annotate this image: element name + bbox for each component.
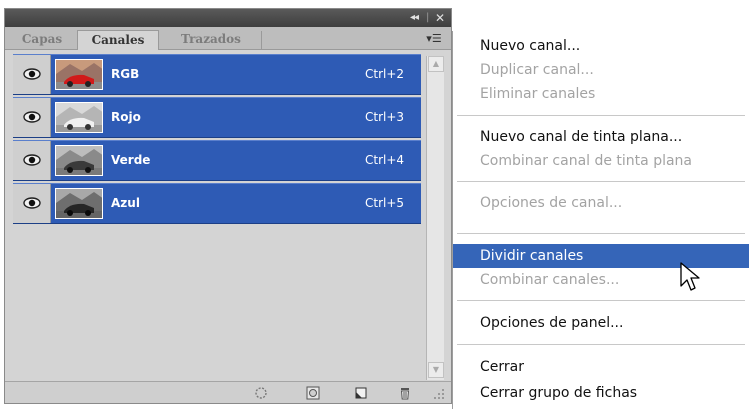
- visibility-toggle[interactable]: [13, 141, 51, 180]
- titlebar-divider: |: [426, 12, 430, 23]
- channel-shortcut: Ctrl+2: [365, 67, 405, 81]
- scroll-up-arrow-icon[interactable]: ▲: [428, 56, 444, 72]
- menu-item-eliminar-canales[interactable]: Eliminar canales: [453, 82, 749, 106]
- tab-divider: [261, 31, 262, 49]
- trash-icon[interactable]: [397, 385, 413, 401]
- visibility-toggle[interactable]: [13, 184, 51, 223]
- channels-panel: ◂◂ | ✕ Capas Canales Trazados ▾☰ RGB Ctr…: [4, 8, 452, 404]
- menu-item-cerrar[interactable]: Cerrar: [453, 355, 749, 379]
- channel-row-rojo[interactable]: Rojo Ctrl+3: [13, 97, 421, 138]
- tab-canales[interactable]: Canales: [77, 30, 159, 50]
- double-chevron-icon[interactable]: ◂◂: [410, 10, 419, 26]
- channel-row-verde[interactable]: Verde Ctrl+4: [13, 140, 421, 181]
- menu-separator: [457, 115, 745, 116]
- menu-item-duplicar-canal[interactable]: Duplicar canal...: [453, 58, 749, 82]
- load-selection-icon[interactable]: [253, 385, 269, 401]
- channel-shortcut: Ctrl+3: [365, 110, 405, 124]
- channel-name: RGB: [111, 67, 140, 81]
- channel-thumbnail: [55, 102, 103, 133]
- mouse-cursor-icon: [680, 262, 700, 291]
- channel-name: Rojo: [111, 110, 141, 124]
- channel-thumbnail: [55, 59, 103, 90]
- new-channel-icon[interactable]: [353, 385, 369, 401]
- menu-separator: [457, 300, 745, 301]
- visibility-toggle[interactable]: [13, 55, 51, 94]
- channel-name: Verde: [111, 153, 151, 167]
- menu-item-nuevo-canal[interactable]: Nuevo canal...: [453, 34, 749, 58]
- panel-flyout-menu: Nuevo canal... Duplicar canal... Elimina…: [452, 31, 749, 409]
- channel-row-rgb[interactable]: RGB Ctrl+2: [13, 54, 421, 95]
- menu-item-nuevo-canal-tinta-plana[interactable]: Nuevo canal de tinta plana...: [453, 125, 749, 149]
- channel-shortcut: Ctrl+5: [365, 196, 405, 210]
- tab-capas[interactable]: Capas: [9, 30, 75, 50]
- channel-thumbnail: [55, 188, 103, 219]
- panel-menu-icon[interactable]: ▾☰: [425, 31, 443, 47]
- channel-list: RGB Ctrl+2 Rojo Ctrl+3 Verde Ctrl+4 Azul…: [13, 54, 423, 394]
- save-selection-icon[interactable]: [305, 385, 321, 401]
- menu-item-opciones-de-panel[interactable]: Opciones de panel...: [453, 311, 749, 335]
- channel-shortcut: Ctrl+4: [365, 153, 405, 167]
- vertical-scrollbar[interactable]: ▲ ▼: [426, 56, 444, 380]
- menu-item-cerrar-grupo-de-fichas[interactable]: Cerrar grupo de fichas: [453, 381, 749, 405]
- channel-row-azul[interactable]: Azul Ctrl+5: [13, 183, 421, 224]
- menu-separator: [457, 344, 745, 345]
- resize-grip-icon[interactable]: [433, 388, 445, 400]
- tab-trazados[interactable]: Trazados: [163, 30, 259, 50]
- menu-item-combinar-canal-tinta-plana[interactable]: Combinar canal de tinta plana: [453, 149, 749, 173]
- channel-name: Azul: [111, 196, 140, 210]
- panel-tabbar: Capas Canales Trazados ▾☰: [5, 27, 451, 50]
- panel-titlebar: ◂◂ | ✕: [5, 9, 451, 27]
- eye-icon: [23, 68, 41, 80]
- menu-item-combinar-canales[interactable]: Combinar canales...: [453, 268, 749, 292]
- menu-separator: [457, 181, 745, 182]
- menu-separator: [457, 233, 745, 234]
- menu-item-dividir-canales[interactable]: Dividir canales: [453, 244, 749, 268]
- eye-icon: [23, 197, 41, 209]
- scroll-down-arrow-icon[interactable]: ▼: [428, 362, 444, 378]
- channel-thumbnail: [55, 145, 103, 176]
- panel-bottom-bar: [5, 381, 451, 403]
- menu-item-opciones-de-canal[interactable]: Opciones de canal...: [453, 191, 749, 215]
- visibility-toggle[interactable]: [13, 98, 51, 137]
- close-icon[interactable]: ✕: [435, 10, 445, 26]
- eye-icon: [23, 154, 41, 166]
- eye-icon: [23, 111, 41, 123]
